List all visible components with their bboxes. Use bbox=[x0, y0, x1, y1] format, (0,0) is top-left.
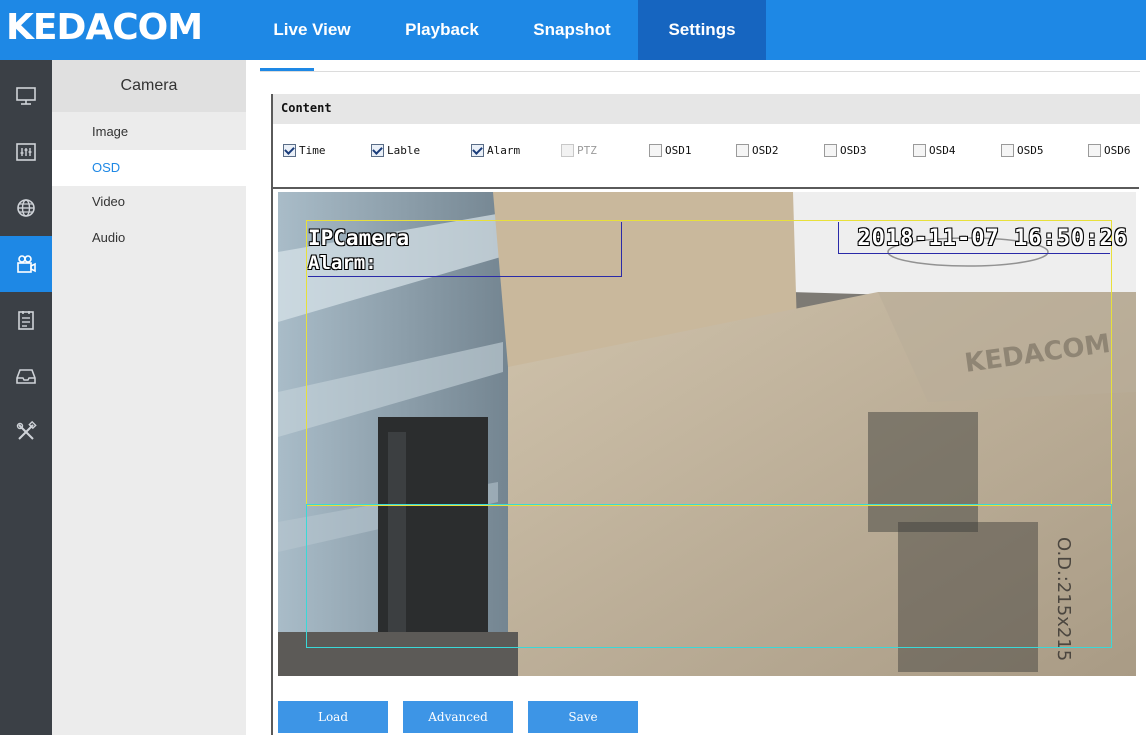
settings-category-rail bbox=[0, 60, 52, 735]
checkbox-label: OSD5 bbox=[1017, 144, 1044, 157]
rail-item-storage[interactable] bbox=[0, 348, 52, 404]
checkbox-label: OSD3 bbox=[840, 144, 867, 157]
checkbox-label: Lable bbox=[387, 144, 421, 157]
checkbox-box[interactable] bbox=[913, 144, 926, 157]
checkbox-osd6[interactable]: OSD6 bbox=[1088, 144, 1131, 157]
submenu-item-image[interactable]: Image bbox=[52, 114, 246, 150]
tab-live-view[interactable]: Live View bbox=[258, 0, 366, 60]
rail-item-camera[interactable] bbox=[0, 236, 52, 292]
rail-item-network[interactable] bbox=[0, 180, 52, 236]
submenu-title: Camera bbox=[52, 60, 246, 112]
checkbox-osd3[interactable]: OSD3 bbox=[824, 144, 867, 157]
network-globe-icon bbox=[17, 199, 35, 217]
submenu-item-video[interactable]: Video bbox=[52, 184, 246, 220]
checkbox-label: Alarm bbox=[487, 144, 521, 157]
checkbox-box[interactable] bbox=[1001, 144, 1014, 157]
camera-submenu: Camera Image OSD Video Audio bbox=[52, 60, 246, 735]
content-separator bbox=[273, 187, 1139, 189]
osd-video-preview[interactable]: KEDACOM O.D.:215x215 IPCamera Alarm: 201… bbox=[278, 192, 1136, 676]
rail-item-event[interactable] bbox=[0, 292, 52, 348]
checkbox-label: OSD2 bbox=[752, 144, 779, 157]
checkbox-ptz: PTZ bbox=[561, 144, 597, 157]
box-print-dimensions: O.D.:215x215 bbox=[1053, 537, 1074, 661]
rail-item-config[interactable] bbox=[0, 124, 52, 180]
camera-scene: KEDACOM O.D.:215x215 bbox=[278, 192, 1136, 676]
brand-logo: KEDACOM bbox=[6, 7, 203, 48]
checkbox-osd2[interactable]: OSD2 bbox=[736, 144, 779, 157]
checkbox-lable[interactable]: Lable bbox=[371, 144, 420, 157]
top-navigation-bar: KEDACOM Live View Playback Snapshot Sett… bbox=[0, 0, 1146, 60]
save-button[interactable]: Save bbox=[528, 701, 638, 733]
rail-item-system[interactable] bbox=[0, 68, 52, 124]
osd-settings-panel: Content Time Lable Alarm PTZ OSD1 OSD2 O… bbox=[246, 60, 1146, 735]
checkbox-box[interactable] bbox=[1088, 144, 1101, 157]
panel-left-border bbox=[271, 94, 273, 735]
checkbox-label: OSD6 bbox=[1104, 144, 1131, 157]
submenu-item-audio[interactable]: Audio bbox=[52, 220, 246, 256]
osd-alarm-text[interactable]: Alarm: bbox=[308, 252, 377, 274]
event-clipboard-icon bbox=[18, 311, 34, 330]
checkbox-box[interactable] bbox=[471, 144, 484, 157]
tab-snapshot[interactable]: Snapshot bbox=[518, 0, 626, 60]
tab-settings[interactable]: Settings bbox=[638, 0, 766, 60]
advanced-button[interactable]: Advanced bbox=[403, 701, 513, 733]
checkbox-box[interactable] bbox=[371, 144, 384, 157]
tab-divider bbox=[260, 71, 1140, 72]
monitor-icon bbox=[16, 87, 36, 105]
checkbox-label: PTZ bbox=[577, 144, 597, 157]
camera-icon bbox=[17, 255, 36, 273]
osd-label-text[interactable]: IPCamera bbox=[308, 226, 409, 250]
content-options: Content Time Lable Alarm PTZ OSD1 OSD2 O… bbox=[273, 94, 1140, 186]
checkbox-osd5[interactable]: OSD5 bbox=[1001, 144, 1044, 157]
checkbox-alarm[interactable]: Alarm bbox=[471, 144, 520, 157]
content-header: Content bbox=[273, 94, 1140, 124]
checkbox-label: OSD4 bbox=[929, 144, 956, 157]
load-button[interactable]: Load bbox=[278, 701, 388, 733]
submenu-item-osd[interactable]: OSD bbox=[52, 150, 246, 186]
checkbox-label: Time bbox=[299, 144, 326, 157]
checkbox-osd1[interactable]: OSD1 bbox=[649, 144, 692, 157]
checkbox-box bbox=[561, 144, 574, 157]
checkbox-box[interactable] bbox=[736, 144, 749, 157]
checkbox-box[interactable] bbox=[649, 144, 662, 157]
content-title: Content bbox=[281, 101, 332, 115]
tab-playback[interactable]: Playback bbox=[388, 0, 496, 60]
osd-time-text[interactable]: 2018-11-07 16:50:26 bbox=[857, 226, 1128, 251]
tools-icon bbox=[16, 420, 37, 440]
checkbox-time[interactable]: Time bbox=[283, 144, 326, 157]
rail-item-maintenance[interactable] bbox=[0, 404, 52, 460]
checkbox-box[interactable] bbox=[283, 144, 296, 157]
checkbox-osd4[interactable]: OSD4 bbox=[913, 144, 956, 157]
storage-tray-icon bbox=[16, 369, 36, 384]
checkbox-label: OSD1 bbox=[665, 144, 692, 157]
equalizer-icon bbox=[16, 143, 36, 161]
checkbox-box[interactable] bbox=[824, 144, 837, 157]
